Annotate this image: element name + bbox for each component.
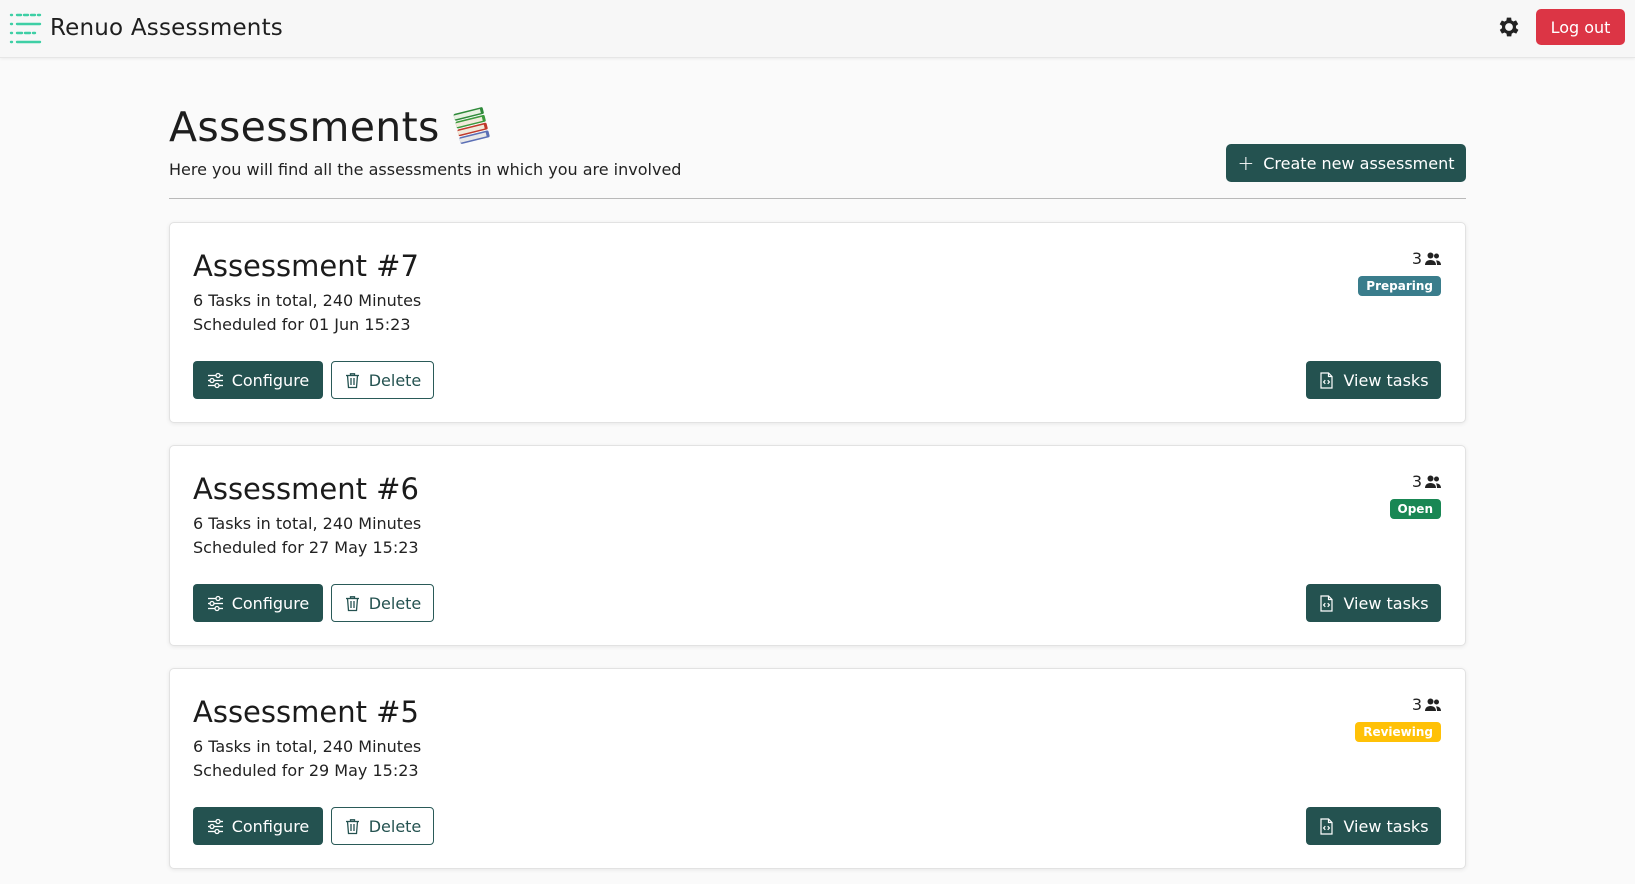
assessment-card: Assessment #7 6 Tasks in total, 240 Minu… (169, 222, 1466, 423)
view-tasks-button[interactable]: View tasks (1306, 807, 1441, 845)
delete-label: Delete (368, 370, 422, 390)
assessment-card: Assessment #5 6 Tasks in total, 240 Minu… (169, 668, 1466, 869)
brand[interactable]: Renuo Assessments (9, 11, 283, 45)
page-title: Assessments (169, 103, 492, 151)
configure-label: Configure (231, 593, 310, 613)
users-icon (1425, 698, 1441, 711)
participant-count-value: 3 (1411, 695, 1422, 714)
assessment-title: Assessment #6 (193, 472, 419, 506)
assessment-task-summary: 6 Tasks in total, 240 Minutes (193, 737, 422, 756)
sliders-icon (207, 372, 223, 388)
assessment-task-summary: 6 Tasks in total, 240 Minutes (193, 291, 422, 310)
view-tasks-label: View tasks (1343, 370, 1429, 390)
top-navbar: Renuo Assessments Log out (0, 0, 1635, 58)
assessment-schedule: Scheduled for 29 May 15:23 (193, 761, 419, 780)
users-icon (1425, 252, 1441, 265)
trash-icon (345, 595, 359, 611)
participant-count: 3 (1412, 249, 1441, 268)
view-tasks-button[interactable]: View tasks (1306, 584, 1441, 622)
assessment-schedule: Scheduled for 01 Jun 15:23 (193, 315, 411, 334)
page-subtitle: Here you will find all the assessments i… (169, 160, 682, 179)
configure-button[interactable]: Configure (193, 584, 323, 622)
participant-count-value: 3 (1411, 472, 1422, 491)
status-badge: Reviewing (1355, 722, 1441, 742)
books-icon (453, 107, 490, 144)
participant-count: 3 (1412, 695, 1441, 714)
gear-icon[interactable] (1496, 14, 1522, 40)
configure-button[interactable]: Configure (193, 807, 323, 845)
page-title-text: Assessments (169, 103, 440, 151)
app-title: Renuo Assessments (50, 15, 283, 41)
code-file-icon (1320, 817, 1334, 835)
assessment-schedule: Scheduled for 27 May 15:23 (193, 538, 419, 557)
trash-icon (345, 372, 359, 388)
assessment-task-summary: 6 Tasks in total, 240 Minutes (193, 514, 422, 533)
create-assessment-label: Create new assessment (1263, 153, 1455, 173)
delete-button[interactable]: Delete (331, 807, 434, 845)
view-tasks-label: View tasks (1343, 593, 1429, 613)
configure-label: Configure (231, 816, 310, 836)
delete-label: Delete (368, 816, 422, 836)
configure-button[interactable]: Configure (193, 361, 323, 399)
view-tasks-button[interactable]: View tasks (1306, 361, 1441, 399)
delete-button[interactable]: Delete (331, 584, 434, 622)
trash-icon (345, 818, 359, 834)
users-icon (1425, 475, 1441, 488)
assessment-title: Assessment #5 (193, 695, 419, 729)
menu-lines-logo-icon (9, 13, 42, 44)
view-tasks-label: View tasks (1343, 816, 1429, 836)
participant-count-value: 3 (1411, 249, 1422, 268)
assessment-card: Assessment #6 6 Tasks in total, 240 Minu… (169, 445, 1466, 646)
sliders-icon (207, 818, 223, 834)
configure-label: Configure (231, 370, 310, 390)
code-file-icon (1320, 594, 1334, 612)
status-badge: Preparing (1358, 276, 1441, 296)
status-badge: Open (1389, 499, 1441, 519)
code-file-icon (1320, 371, 1334, 389)
header-divider (169, 198, 1466, 199)
delete-button[interactable]: Delete (331, 361, 434, 399)
delete-label: Delete (368, 593, 422, 613)
assessment-title: Assessment #7 (193, 249, 419, 283)
participant-count: 3 (1412, 472, 1441, 491)
create-assessment-button[interactable]: + Create new assessment (1226, 144, 1466, 182)
plus-icon: + (1237, 151, 1255, 175)
sliders-icon (207, 595, 223, 611)
logout-button[interactable]: Log out (1536, 9, 1625, 45)
